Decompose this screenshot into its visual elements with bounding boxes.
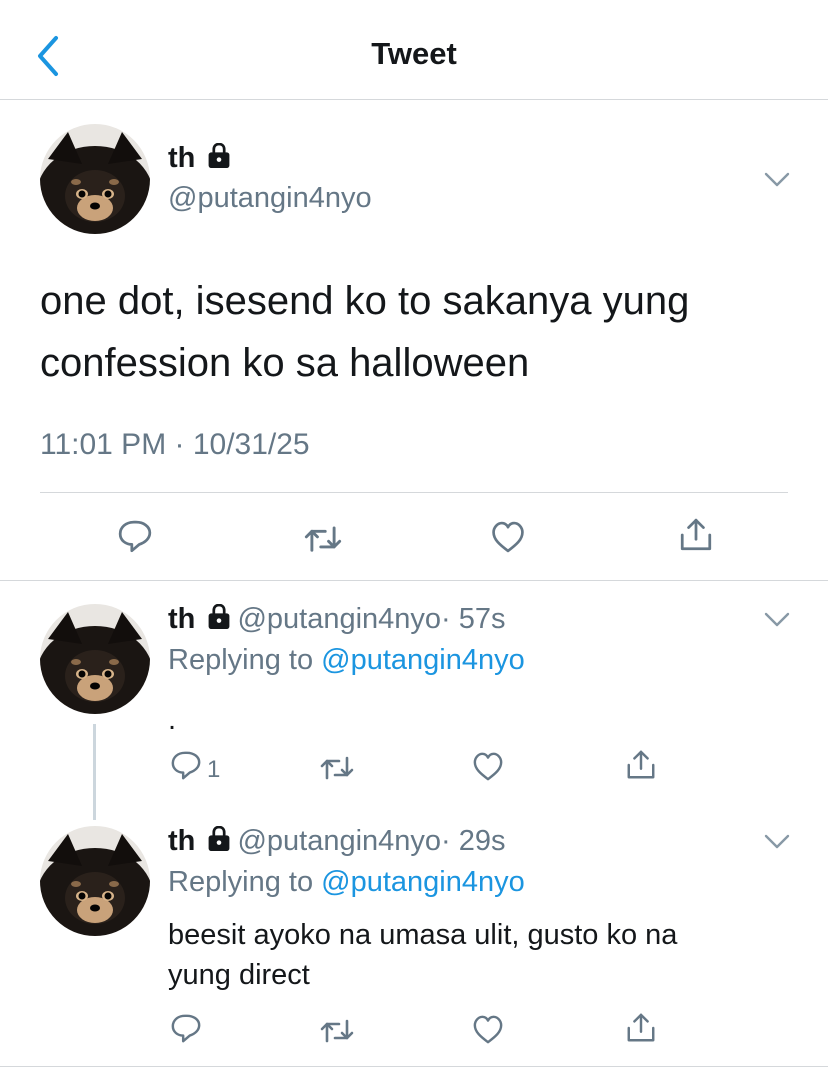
reply-count: 1	[207, 756, 221, 783]
display-name[interactable]: th	[168, 142, 232, 177]
retweet-icon[interactable]	[303, 521, 343, 555]
nav-bar: Tweet	[0, 0, 828, 100]
chevron-down-icon[interactable]	[764, 612, 790, 628]
avatar[interactable]	[40, 604, 150, 714]
avatar[interactable]	[40, 826, 150, 936]
like-icon[interactable]	[490, 520, 526, 554]
divider	[40, 492, 788, 493]
divider	[0, 580, 828, 581]
retweet-icon[interactable]	[319, 1015, 355, 1045]
reply-icon[interactable]	[117, 519, 153, 555]
reply-icon[interactable]	[170, 1013, 202, 1045]
avatar[interactable]	[40, 124, 150, 234]
tweet-timestamp: 11:01 PM · 10/31/25	[40, 428, 310, 461]
replying-to: Replying to @putangin4nyo	[168, 866, 525, 898]
tweet-text: one dot, isesend ko to sakanya yung conf…	[40, 279, 690, 385]
like-icon[interactable]	[472, 751, 504, 782]
reply-text: beesit ayoko na umasa ulit, gusto ko na …	[168, 919, 678, 991]
reply-header: th @putangin4nyo· 29s	[168, 825, 506, 860]
replying-to: Replying to @putangin4nyo	[168, 644, 525, 676]
chevron-down-icon[interactable]	[764, 172, 790, 188]
replying-to-link[interactable]: @putangin4nyo	[321, 644, 525, 676]
share-icon[interactable]	[625, 1012, 657, 1044]
share-icon[interactable]	[625, 749, 657, 781]
lock-icon	[207, 825, 232, 860]
like-icon[interactable]	[472, 1014, 504, 1045]
lock-icon	[207, 603, 232, 638]
divider	[0, 1066, 828, 1067]
replying-to-link[interactable]: @putangin4nyo	[321, 866, 525, 898]
chevron-down-icon[interactable]	[764, 834, 790, 850]
retweet-icon[interactable]	[319, 752, 355, 782]
page-title: Tweet	[371, 36, 457, 71]
share-icon[interactable]	[678, 517, 714, 553]
reply-text: .	[168, 704, 177, 736]
username[interactable]: @putangin4nyo	[168, 182, 372, 215]
reply-icon[interactable]	[170, 750, 202, 782]
reply-header: th @putangin4nyo· 57s	[168, 603, 506, 638]
lock-icon	[207, 142, 232, 177]
thread-line	[93, 724, 96, 820]
